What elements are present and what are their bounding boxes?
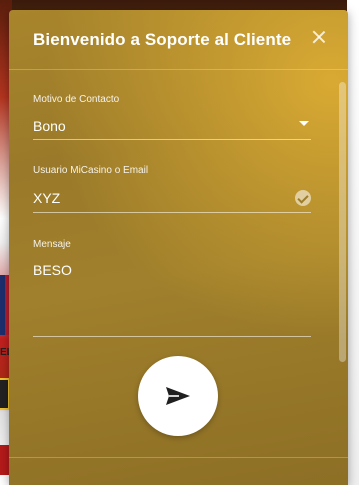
modal-header: Bienvenido a Soporte al Cliente xyxy=(9,10,348,70)
close-icon[interactable] xyxy=(310,28,328,46)
message-label: Mensaje xyxy=(33,239,71,250)
contact-reason-value[interactable]: Bono xyxy=(33,118,66,134)
modal-title: Bienvenido a Soporte al Cliente xyxy=(33,30,292,49)
user-email-label: Usuario MiCasino o Email xyxy=(33,165,149,176)
message-field[interactable]: Mensaje BESO xyxy=(33,239,311,339)
message-underline xyxy=(33,336,311,337)
send-icon xyxy=(166,387,190,405)
scrollbar-thumb[interactable] xyxy=(339,82,346,362)
send-button[interactable] xyxy=(138,356,218,436)
user-email-field[interactable]: Usuario MiCasino o Email XYZ xyxy=(33,165,311,215)
chevron-down-icon[interactable] xyxy=(299,121,309,126)
message-value[interactable]: BESO xyxy=(33,262,72,278)
contact-reason-underline xyxy=(33,139,311,140)
contact-reason-select[interactable]: Motivo de Contacto Bono xyxy=(33,94,311,142)
support-modal: Bienvenido a Soporte al Cliente Motivo d… xyxy=(9,10,348,485)
contact-reason-label: Motivo de Contacto xyxy=(33,94,120,105)
user-email-underline xyxy=(33,212,311,213)
check-circle-icon xyxy=(295,190,311,206)
background-right-edge xyxy=(347,0,359,485)
user-email-value[interactable]: XYZ xyxy=(33,190,60,206)
footer-divider xyxy=(9,457,348,458)
